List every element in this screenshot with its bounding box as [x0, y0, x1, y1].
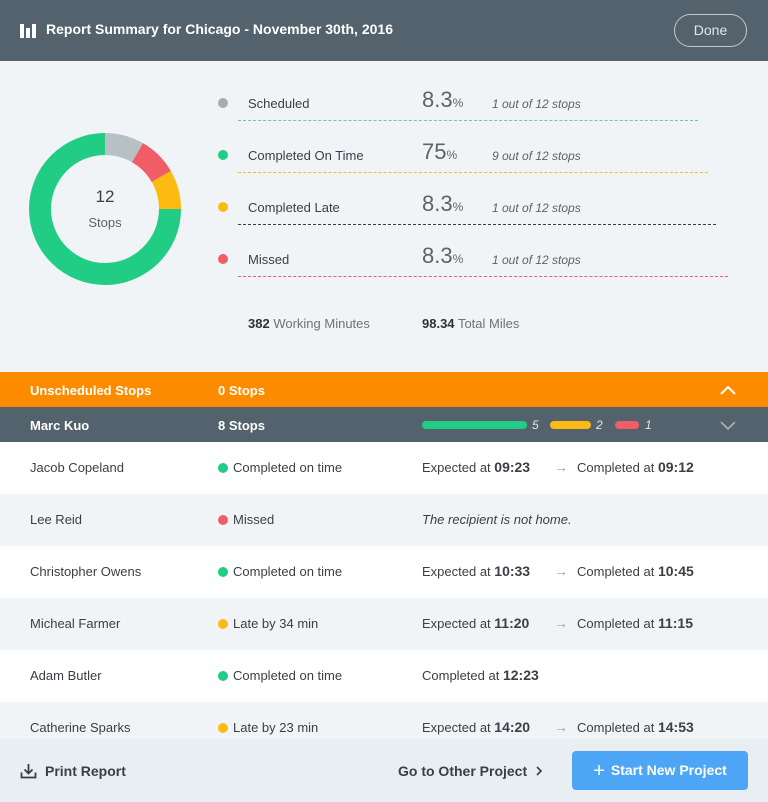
done-button[interactable]: Done	[674, 14, 747, 47]
go-to-other-project-link[interactable]: Go to Other Project	[398, 763, 544, 779]
stat-label: Missed	[248, 252, 290, 267]
completed-time: Completed at 12:23	[422, 667, 539, 683]
chevron-down-icon[interactable]	[719, 416, 737, 434]
divider	[238, 276, 728, 277]
expected-time: Expected at 09:23	[422, 459, 531, 475]
stat-scheduled: Scheduled 8.3% 1 out of 12 stops	[218, 61, 728, 121]
stop-note: The recipient is not home.	[422, 512, 572, 527]
header-bar: Report Summary for Chicago - November 30…	[0, 0, 768, 61]
stop-status: Completed on time	[218, 564, 342, 579]
table-row[interactable]: Catherine Sparks Late by 23 min Expected…	[0, 702, 768, 739]
stat-label: Completed On Time	[248, 148, 364, 163]
stop-status: Completed on time	[218, 460, 342, 475]
recipient-name: Adam Butler	[30, 668, 102, 683]
driver-name: Marc Kuo	[30, 418, 90, 433]
stat-percent: 8.3%	[422, 243, 464, 268]
chevron-right-icon	[536, 766, 543, 776]
table-row[interactable]: Lee Reid Missed The recipient is not hom…	[0, 494, 768, 546]
scheduled-dot	[218, 98, 228, 108]
expected-time: Expected at 14:20	[422, 719, 531, 735]
arrow-right-icon: →	[554, 563, 568, 579]
table-row[interactable]: Micheal Farmer Late by 34 min Expected a…	[0, 598, 768, 650]
stat-count: 1 out of 12 stops	[492, 253, 581, 267]
late-count: 2	[596, 418, 603, 432]
unscheduled-label: Unscheduled Stops	[30, 383, 152, 398]
table-row[interactable]: Jacob Copeland Completed on time Expecte…	[0, 442, 768, 494]
completed-time: Completed at 11:15	[577, 615, 693, 631]
missed-pill	[615, 421, 639, 429]
recipient-name: Micheal Farmer	[30, 616, 121, 631]
unscheduled-stops-bar[interactable]: Unscheduled Stops 0 Stops	[0, 372, 768, 407]
expected-time: Expected at 10:33	[422, 563, 531, 579]
working-minutes: 382 Working Minutes	[248, 316, 370, 331]
stat-late: Completed Late 8.3% 1 out of 12 stops	[218, 165, 728, 225]
stop-status: Completed on time	[218, 668, 342, 683]
total-miles: 98.34 Total Miles	[422, 316, 520, 331]
page-title: Report Summary for Chicago - November 30…	[46, 21, 393, 37]
start-new-project-button[interactable]: + Start New Project	[572, 751, 748, 790]
expected-time: Expected at 11:20	[422, 615, 530, 631]
arrow-right-icon: →	[554, 459, 568, 475]
stop-status: Late by 34 min	[218, 616, 318, 631]
stat-label: Completed Late	[248, 200, 340, 215]
footer-bar: Print Report Go to Other Project + Start …	[0, 739, 768, 802]
unscheduled-count: 0 Stops	[218, 383, 265, 398]
stat-missed: Missed 8.3% 1 out of 12 stops	[218, 217, 728, 277]
recipient-name: Jacob Copeland	[30, 460, 124, 475]
table-row[interactable]: Christopher Owens Completed on time Expe…	[0, 546, 768, 598]
on-time-dot	[218, 150, 228, 160]
download-icon	[20, 764, 37, 779]
stat-count: 9 out of 12 stops	[492, 149, 581, 163]
recipient-name: Lee Reid	[30, 512, 83, 527]
recipient-name: Catherine Sparks	[30, 720, 131, 735]
late-dot	[218, 202, 228, 212]
stat-percent: 8.3%	[422, 87, 464, 112]
late-pill	[550, 421, 591, 429]
driver-stops: 8 Stops	[218, 418, 265, 433]
stop-status: Late by 23 min	[218, 720, 318, 735]
stat-on-time: Completed On Time 75% 9 out of 12 stops	[218, 113, 728, 173]
stat-label: Scheduled	[248, 96, 310, 111]
stat-count: 1 out of 12 stops	[492, 201, 581, 215]
stop-status: Missed	[218, 512, 274, 527]
stops-list[interactable]: Jacob Copeland Completed on time Expecte…	[0, 442, 768, 739]
donut-center: 12 Stops	[29, 133, 181, 285]
driver-bar[interactable]: Marc Kuo 8 Stops	[0, 407, 768, 442]
summary-panel: 12 Stops Scheduled 8.3% 1 out of 12 stop…	[0, 61, 768, 372]
arrow-right-icon: →	[554, 719, 568, 735]
stat-count: 1 out of 12 stops	[492, 97, 581, 111]
print-report-button[interactable]: Print Report	[20, 763, 126, 779]
table-row[interactable]: Adam Butler Completed on time Completed …	[0, 650, 768, 702]
arrow-right-icon: →	[554, 615, 568, 631]
completed-time: Completed at 14:53	[577, 719, 694, 735]
on-time-pill	[422, 421, 527, 429]
stat-percent: 8.3%	[422, 191, 464, 216]
recipient-name: Christopher Owens	[30, 564, 142, 579]
completed-time: Completed at 09:12	[577, 459, 694, 475]
plus-icon: +	[593, 760, 605, 782]
on-time-count: 5	[532, 418, 539, 432]
chevron-up-icon[interactable]	[719, 381, 737, 399]
bar-chart-icon	[20, 22, 36, 38]
missed-count: 1	[645, 418, 652, 432]
missed-dot	[218, 254, 228, 264]
total-stops-count: 12	[95, 187, 115, 206]
stat-percent: 75%	[422, 139, 458, 164]
completed-time: Completed at 10:45	[577, 563, 694, 579]
total-stops-label: Stops	[88, 215, 122, 230]
